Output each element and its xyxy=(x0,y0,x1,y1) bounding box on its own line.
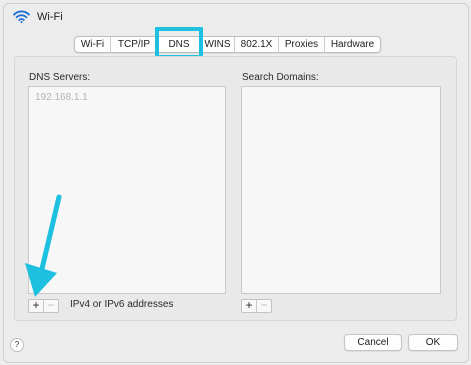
tab-proxies[interactable]: Proxies xyxy=(279,37,325,52)
dns-address-hint: IPv4 or IPv6 addresses xyxy=(70,299,174,310)
window-title: Wi-Fi xyxy=(37,10,63,23)
remove-search-domain-button[interactable]: − xyxy=(257,299,271,312)
search-domains-label: Search Domains: xyxy=(242,72,319,83)
cancel-button[interactable]: Cancel xyxy=(344,334,402,351)
arrow-annotation xyxy=(25,194,62,297)
help-button[interactable]: ? xyxy=(10,338,24,352)
tab-dns[interactable]: DNS xyxy=(158,37,201,52)
tab-bar: Wi-Fi TCP/IP DNS WINS 802.1X Proxies Har… xyxy=(74,36,381,53)
dns-servers-label: DNS Servers: xyxy=(29,72,91,83)
dns-servers-add-remove: + − xyxy=(28,299,59,313)
add-search-domain-button[interactable]: + xyxy=(242,299,257,312)
remove-dns-server-button[interactable]: − xyxy=(44,299,58,312)
tab-wins[interactable]: WINS xyxy=(201,37,235,52)
search-domains-list[interactable] xyxy=(241,86,441,294)
tab-802-1x[interactable]: 802.1X xyxy=(235,37,279,52)
window-header: Wi-Fi xyxy=(13,10,63,23)
tab-tcp-ip[interactable]: TCP/IP xyxy=(111,37,158,52)
wifi-icon xyxy=(13,10,30,23)
tab-hardware[interactable]: Hardware xyxy=(325,37,380,52)
dns-panel: DNS Servers: 192.168.1.1 Search Domains:… xyxy=(14,56,457,321)
add-dns-server-button[interactable]: + xyxy=(29,299,44,312)
search-domains-add-remove: + − xyxy=(241,299,272,313)
tab-wifi[interactable]: Wi-Fi xyxy=(75,37,111,52)
ok-button[interactable]: OK xyxy=(408,334,458,351)
dns-server-entry[interactable]: 192.168.1.1 xyxy=(35,92,88,103)
